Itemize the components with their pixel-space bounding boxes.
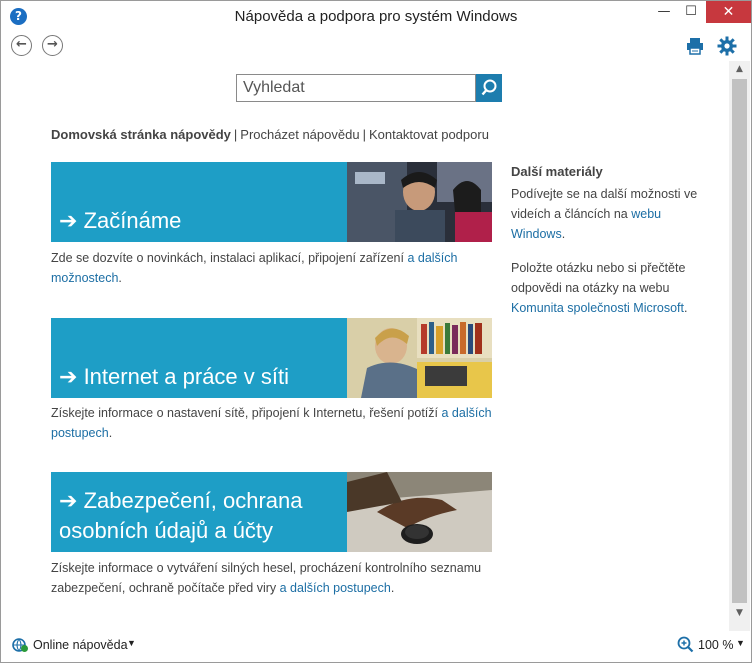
additional-resources-videos: Podívejte se na další možnosti ve videíc… (511, 187, 698, 241)
tile-security-privacy-banner[interactable]: ➔ Zabezpečení, ochrana osobních údajů a ú… (51, 472, 347, 552)
maximize-button[interactable]: ☐ (678, 1, 704, 23)
tile-internet-networking[interactable]: ➔ Internet a práce v síti (51, 318, 492, 398)
title-bar: ? Nápověda a podpora pro systém Windows … (1, 1, 751, 32)
online-help-dropdown[interactable]: Online nápověda (33, 638, 128, 652)
online-help-icon (12, 638, 28, 652)
breadcrumb-browse-link[interactable]: Procházet nápovědu (240, 127, 359, 142)
zoom-icon[interactable] (677, 636, 694, 653)
vertical-scrollbar[interactable]: ▲ ▼ (729, 61, 750, 631)
chevron-down-icon[interactable]: ▼ (736, 638, 745, 648)
breadcrumb: Domovská stránka nápovědy | Procházet nápo… (51, 127, 521, 142)
print-icon[interactable] (685, 36, 705, 56)
scroll-thumb[interactable] (732, 79, 747, 603)
search-button[interactable] (476, 74, 502, 102)
tile-internet-networking-title: ➔ Internet a práce v síti (59, 364, 289, 389)
tile-security-privacy-title: ➔ Zabezpečení, ochrana osobních údajů a ú… (59, 488, 303, 543)
tile-getting-started-title: ➔ Začínáme (59, 208, 182, 233)
breadcrumb-contact-link[interactable]: Kontaktovat podporu (369, 127, 489, 142)
tile-security-privacy-photo (347, 472, 492, 552)
close-button[interactable]: ✕ (706, 1, 751, 23)
additional-resources-heading: Další materiály (511, 164, 603, 179)
minimize-button[interactable]: — (651, 1, 677, 23)
tile-security-privacy[interactable]: ➔ Zabezpečení, ochrana osobních údajů a ú… (51, 472, 492, 552)
help-window: ? Nápověda a podpora pro systém Windows … (0, 0, 752, 663)
tile-getting-started-desc: Zde se dozvíte o novinkách, instalaci ap… (51, 251, 458, 285)
tile-internet-networking-photo (347, 318, 492, 398)
tile-security-privacy-desc: Získejte informace o vytváření silných h… (51, 561, 482, 595)
tile-getting-started-banner[interactable]: ➔ Začínáme (51, 162, 347, 242)
arrow-right-icon: ➔ (59, 208, 78, 233)
zoom-level[interactable]: 100 % (698, 638, 733, 652)
more-steps-link[interactable]: a dalších postupech (280, 581, 391, 595)
scroll-down-arrow-icon[interactable]: ▼ (729, 605, 750, 622)
search-input[interactable]: Vyhledat (236, 74, 476, 102)
tile-getting-started-photo (347, 162, 492, 242)
microsoft-community-link[interactable]: Komunita společnosti Microsoft (511, 301, 684, 315)
chevron-down-icon[interactable]: ▼ (127, 638, 136, 648)
additional-resources-community: Položte otázku nebo si přečtěte odpovědi… (511, 261, 688, 315)
gear-icon[interactable] (716, 35, 738, 57)
arrow-right-icon: ➔ (59, 364, 78, 389)
breadcrumb-separator: | (362, 127, 366, 142)
breadcrumb-home: Domovská stránka nápovědy (51, 127, 231, 142)
window-title: Nápověda a podpora pro systém Windows (234, 8, 518, 25)
back-button[interactable]: ← (11, 35, 32, 56)
scroll-up-arrow-icon[interactable]: ▲ (729, 61, 750, 78)
additional-resources: Další materiály Podívejte se na další mo… (511, 162, 711, 332)
forward-button[interactable]: → (42, 35, 63, 56)
arrow-right-icon: ➔ (59, 488, 78, 513)
tile-getting-started[interactable]: ➔ Začínáme (51, 162, 492, 242)
search-icon (481, 79, 497, 96)
breadcrumb-separator: | (233, 127, 238, 142)
tile-internet-networking-desc: Získejte informace o nastavení sítě, při… (51, 406, 492, 440)
tile-internet-networking-banner[interactable]: ➔ Internet a práce v síti (51, 318, 347, 398)
status-bar: Online nápověda ▼ 100 % ▼ (1, 631, 751, 662)
toolbar: ← → (1, 32, 751, 61)
help-content: Vyhledat Domovská stránka nápovědy | Proch… (2, 61, 729, 631)
